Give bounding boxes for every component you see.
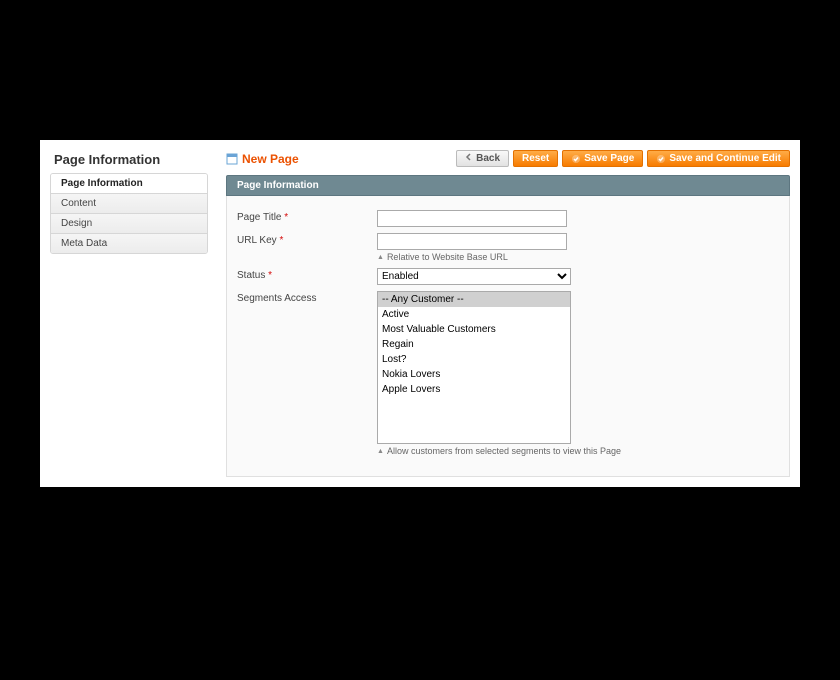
app-container: Page Information Page Information Conten… bbox=[40, 140, 800, 487]
letterbox: Page Information Page Information Conten… bbox=[0, 0, 840, 627]
label-page-title-text: Page Title bbox=[237, 212, 281, 223]
label-status-text: Status bbox=[237, 270, 265, 281]
url-key-input[interactable] bbox=[377, 233, 567, 250]
main-content: New Page Back Reset bbox=[208, 150, 790, 477]
label-status: Status * bbox=[237, 268, 377, 281]
field-page-title bbox=[377, 210, 779, 227]
segment-option-apple[interactable]: Apple Lovers bbox=[378, 382, 570, 397]
sidebar-item-design[interactable]: Design bbox=[51, 214, 207, 234]
sidebar-title: Page Information bbox=[50, 150, 208, 173]
required-asterisk: * bbox=[268, 270, 272, 281]
field-status: Enabled bbox=[377, 268, 779, 285]
button-bar: Back Reset Save Page bbox=[456, 150, 790, 167]
section-header: Page Information bbox=[226, 175, 790, 196]
multiselect-empty-space bbox=[378, 397, 570, 443]
url-key-hint: ▲ Relative to Website Base URL bbox=[377, 252, 779, 262]
sidebar-item-meta-data[interactable]: Meta Data bbox=[51, 234, 207, 253]
sidebar-item-page-information[interactable]: Page Information bbox=[51, 174, 207, 194]
segment-option-lost[interactable]: Lost? bbox=[378, 352, 570, 367]
required-asterisk: * bbox=[279, 235, 283, 246]
page-header: New Page Back Reset bbox=[226, 150, 790, 175]
save-button-label: Save Page bbox=[584, 153, 634, 164]
row-status: Status * Enabled bbox=[237, 268, 779, 285]
row-page-title: Page Title * bbox=[237, 210, 779, 227]
form-area: Page Title * URL Key * ▲ bbox=[226, 196, 790, 477]
save-continue-button-label: Save and Continue Edit bbox=[669, 153, 781, 164]
back-arrow-icon bbox=[465, 153, 473, 164]
sidebar: Page Information Page Information Conten… bbox=[50, 150, 208, 477]
segment-option-active[interactable]: Active bbox=[378, 307, 570, 322]
triangle-up-icon: ▲ bbox=[377, 448, 384, 455]
page-title: New Page bbox=[242, 152, 299, 166]
url-key-hint-text: Relative to Website Base URL bbox=[387, 252, 508, 262]
page-title-input[interactable] bbox=[377, 210, 567, 227]
reset-button[interactable]: Reset bbox=[513, 150, 558, 167]
segments-multiselect[interactable]: -- Any Customer -- Active Most Valuable … bbox=[377, 291, 571, 444]
back-button-label: Back bbox=[476, 153, 500, 164]
page-icon bbox=[226, 153, 238, 165]
label-url-key-text: URL Key bbox=[237, 235, 277, 246]
field-segments: -- Any Customer -- Active Most Valuable … bbox=[377, 291, 779, 456]
check-icon bbox=[571, 154, 581, 164]
segment-option-mvc[interactable]: Most Valuable Customers bbox=[378, 322, 570, 337]
label-page-title: Page Title * bbox=[237, 210, 377, 223]
label-segments: Segments Access bbox=[237, 291, 377, 304]
segment-option-any[interactable]: -- Any Customer -- bbox=[378, 292, 570, 307]
segments-hint-text: Allow customers from selected segments t… bbox=[387, 446, 621, 456]
segments-hint: ▲ Allow customers from selected segments… bbox=[377, 446, 779, 456]
sidebar-tabs: Page Information Content Design Meta Dat… bbox=[50, 173, 208, 254]
segment-option-nokia[interactable]: Nokia Lovers bbox=[378, 367, 570, 382]
back-button[interactable]: Back bbox=[456, 150, 509, 167]
status-select[interactable]: Enabled bbox=[377, 268, 571, 285]
reset-button-label: Reset bbox=[522, 153, 549, 164]
save-continue-button[interactable]: Save and Continue Edit bbox=[647, 150, 790, 167]
triangle-up-icon: ▲ bbox=[377, 254, 384, 261]
label-segments-text: Segments Access bbox=[237, 293, 316, 304]
sidebar-item-content[interactable]: Content bbox=[51, 194, 207, 214]
row-segments: Segments Access -- Any Customer -- Activ… bbox=[237, 291, 779, 456]
label-url-key: URL Key * bbox=[237, 233, 377, 246]
save-button[interactable]: Save Page bbox=[562, 150, 643, 167]
row-url-key: URL Key * ▲ Relative to Website Base URL bbox=[237, 233, 779, 262]
check-icon bbox=[656, 154, 666, 164]
field-url-key: ▲ Relative to Website Base URL bbox=[377, 233, 779, 262]
segment-option-regain[interactable]: Regain bbox=[378, 337, 570, 352]
required-asterisk: * bbox=[284, 212, 288, 223]
page-title-wrap: New Page bbox=[226, 152, 299, 166]
